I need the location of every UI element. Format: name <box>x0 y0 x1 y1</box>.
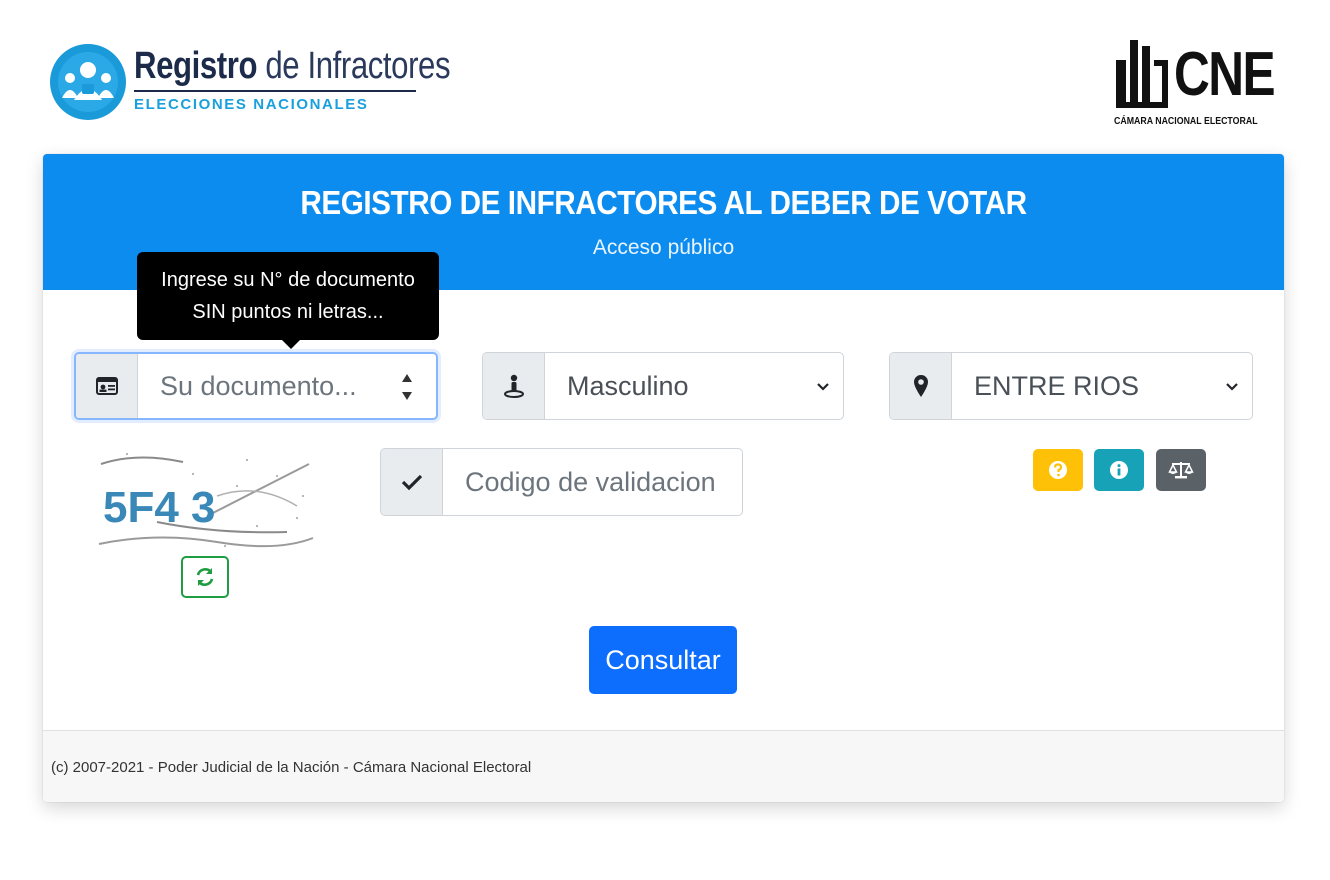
brand-divider <box>134 90 416 92</box>
cne-logo-icon <box>1116 40 1168 108</box>
registro-logo-icon <box>50 44 126 120</box>
check-icon <box>401 474 422 491</box>
validation-placeholder: Codigo de validacion <box>465 466 716 497</box>
gender-select-group: Masculino <box>482 352 844 420</box>
person-icon <box>503 374 524 398</box>
validation-input-group: Codigo de validacion <box>380 448 743 516</box>
refresh-captcha-button[interactable] <box>181 556 229 598</box>
province-select-group: ENTRE RIOS <box>889 352 1253 420</box>
footer-copyright: (c) 2007-2021 - Poder Judicial de la Nac… <box>51 759 532 776</box>
card-title: REGISTRO DE INFRACTORES AL DEBER DE VOTA… <box>300 184 1027 221</box>
captcha-image: 5F4 3 <box>98 453 314 548</box>
info-icon <box>1110 461 1128 479</box>
balance-scale-icon <box>1168 462 1194 479</box>
document-addon <box>76 354 138 418</box>
captcha-text: 5F4 3 <box>103 483 216 532</box>
province-addon <box>890 353 952 419</box>
tooltip-line-2: SIN puntos ni letras... <box>192 301 384 323</box>
document-input[interactable]: Su documento... <box>138 354 436 418</box>
brand-subtitle: ELECCIONES NACIONALES <box>134 96 369 113</box>
number-spinner[interactable] <box>400 368 414 406</box>
id-card-icon <box>95 377 118 395</box>
cne-logo-text: CNE <box>1174 40 1276 109</box>
chevron-down-icon <box>817 383 829 391</box>
gender-select[interactable]: Masculino <box>545 353 843 419</box>
consultar-button[interactable]: Consultar <box>589 626 737 694</box>
card-footer: (c) 2007-2021 - Poder Judicial de la Nac… <box>43 730 1284 802</box>
search-card: REGISTRO DE INFRACTORES AL DEBER DE VOTA… <box>43 154 1284 802</box>
help-button[interactable] <box>1033 449 1083 491</box>
tooltip-line-1: Ingrese su N° de documento <box>161 269 415 291</box>
gender-addon <box>483 353 545 419</box>
registro-logo[interactable]: Registro de Infractores ELECCIONES NACIO… <box>48 36 451 128</box>
chevron-down-icon <box>1226 383 1238 391</box>
gender-selected-value: Masculino <box>567 370 689 401</box>
question-icon <box>1049 461 1067 479</box>
refresh-icon <box>196 568 214 586</box>
validation-input[interactable]: Codigo de validacion <box>443 449 742 515</box>
province-selected-value: ENTRE RIOS <box>974 370 1140 401</box>
map-marker-icon <box>913 375 928 397</box>
validation-addon <box>381 449 443 515</box>
document-input-group: Su documento... <box>74 352 438 420</box>
province-select[interactable]: ENTRE RIOS <box>952 353 1252 419</box>
info-button[interactable] <box>1094 449 1144 491</box>
cne-logo-subtitle: CÁMARA NACIONAL ELECTORAL <box>1114 116 1258 127</box>
document-placeholder: Su documento... <box>160 370 357 401</box>
document-tooltip: Ingrese su N° de documento SIN puntos ni… <box>137 252 439 349</box>
brand-title: Registro de Infractores <box>134 45 451 87</box>
legal-button[interactable] <box>1156 449 1206 491</box>
page: Registro de Infractores ELECCIONES NACIO… <box>0 0 1330 880</box>
cne-logo[interactable]: CNE CÁMARA NACIONAL ELECTORAL <box>1112 36 1282 132</box>
